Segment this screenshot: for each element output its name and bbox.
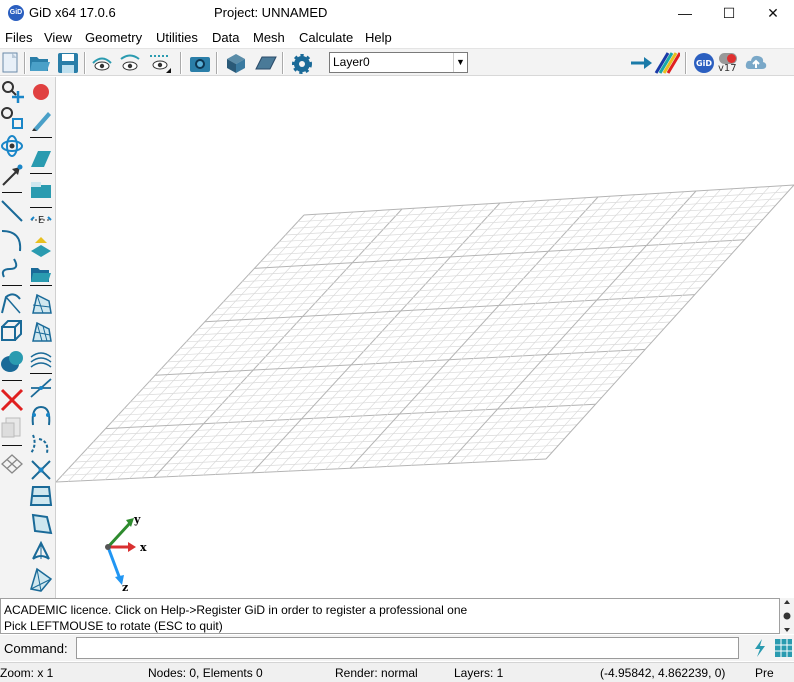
menu-calculate[interactable]: Calculate — [299, 30, 353, 45]
intersect-lines-icon[interactable] — [29, 375, 53, 401]
status-bar: Zoom: x 1 Nodes: 0, Elements 0 Render: n… — [0, 662, 794, 682]
ground-grid — [56, 184, 794, 483]
axis-z-label: z — [122, 581, 128, 594]
graphics-viewport[interactable]: y x z — [56, 77, 794, 598]
menu-geometry[interactable]: Geometry — [85, 30, 142, 45]
gid-logo-icon[interactable]: GiD — [692, 51, 716, 75]
save-icon[interactable] — [56, 51, 80, 75]
left-toolbar: E — [0, 77, 56, 598]
menu-mesh[interactable]: Mesh — [253, 30, 285, 45]
message-scrollbar[interactable] — [780, 598, 794, 634]
maximize-button[interactable]: ☐ — [706, 0, 752, 26]
layer-select[interactable]: Layer0 ▼ — [329, 52, 468, 73]
preprocess-arrow-icon[interactable] — [630, 51, 654, 75]
layer-select-value: Layer0 — [333, 55, 370, 69]
axes-triad: y x z — [105, 513, 147, 594]
grid-snap-icon[interactable] — [774, 638, 793, 658]
mesh-icon[interactable] — [0, 451, 24, 477]
cylinder-icon[interactable] — [29, 511, 53, 537]
version-badge: v17 — [718, 63, 737, 74]
copy-icon[interactable] — [0, 415, 24, 441]
plane-surface-icon[interactable] — [29, 145, 53, 171]
surface-mesh-icon[interactable] — [29, 319, 53, 345]
open-folder-icon[interactable] — [28, 51, 52, 75]
status-render: Render: normal — [335, 666, 418, 680]
surface-plane-icon[interactable] — [254, 51, 278, 75]
gid-app-icon: GiD — [8, 5, 24, 21]
rotate-object-icon[interactable] — [118, 51, 142, 75]
cloud-upload-icon[interactable] — [744, 51, 768, 75]
menu-view[interactable]: View — [44, 30, 72, 45]
menu-utilities[interactable]: Utilities — [156, 30, 198, 45]
message-line: ACADEMIC licence. Click on Help->Registe… — [4, 603, 468, 617]
menu-bar: Files View Geometry Utilities Data Mesh … — [0, 27, 794, 47]
toggle-version-icon[interactable]: v17 — [716, 51, 740, 75]
svg-text:E: E — [38, 215, 44, 226]
edit-point-icon[interactable]: E — [29, 207, 53, 233]
delete-icon[interactable] — [0, 387, 24, 413]
object-icon[interactable] — [0, 349, 24, 375]
menu-help[interactable]: Help — [365, 30, 392, 45]
point-icon[interactable] — [0, 163, 24, 189]
layer-to-use-icon[interactable] — [29, 233, 53, 259]
rainbow-postprocess-icon[interactable] — [654, 51, 682, 75]
nurbs-line-icon[interactable] — [0, 255, 24, 281]
hexahedra-icon[interactable] — [29, 483, 53, 509]
zoom-frame-icon[interactable] — [0, 106, 24, 132]
status-zoom: Zoom: x 1 — [0, 666, 54, 680]
parallel-lines-icon[interactable] — [29, 347, 53, 373]
window-title: GiD x64 17.0.6 — [29, 5, 116, 20]
record-icon[interactable] — [29, 79, 53, 105]
nurbs-surface-icon[interactable] — [29, 177, 53, 203]
divide-curve-icon[interactable] — [29, 403, 53, 429]
axis-y-label: y — [133, 513, 141, 526]
layers-3d-icon[interactable] — [224, 51, 248, 75]
minimize-button[interactable]: — — [662, 0, 708, 26]
rotate-trackball-icon[interactable] — [0, 133, 24, 159]
sphere-icon[interactable] — [29, 567, 53, 593]
rotate-view-icon[interactable] — [90, 51, 114, 75]
status-layers: Layers: 1 — [454, 666, 504, 680]
volume-icon[interactable] — [0, 319, 24, 345]
polyline-icon[interactable] — [29, 431, 53, 457]
dropdown-arrow-icon[interactable]: ▼ — [453, 53, 467, 72]
surface-icon[interactable] — [0, 291, 24, 317]
status-coordinates: (-4.95842, 4.862239, 0) — [600, 666, 726, 680]
screenshot-camera-icon[interactable] — [188, 51, 212, 75]
message-line: Pick LEFTMOUSE to rotate (ESC to quit) — [4, 619, 223, 633]
edit-icon[interactable] — [29, 107, 53, 133]
main-toolbar: Layer0 ▼ GiD v17 — [0, 48, 794, 76]
status-nodes: Nodes: 0, Elements 0 — [148, 666, 263, 680]
rotate-center-icon[interactable] — [148, 51, 172, 75]
command-input[interactable] — [76, 637, 739, 659]
close-button[interactable]: ✕ — [750, 0, 794, 26]
folder-open-icon[interactable] — [29, 261, 53, 287]
arc-icon[interactable] — [0, 227, 24, 253]
command-label: Command: — [4, 641, 68, 656]
menu-files[interactable]: Files — [5, 30, 32, 45]
line-icon[interactable] — [0, 197, 24, 223]
cone-icon[interactable] — [29, 539, 53, 565]
command-bar: Command: — [0, 635, 794, 661]
new-file-icon[interactable] — [0, 51, 24, 75]
menu-data[interactable]: Data — [212, 30, 239, 45]
axis-x-label: x — [140, 541, 147, 554]
zoom-in-icon[interactable] — [0, 79, 24, 105]
status-mode: Pre — [755, 666, 774, 680]
lightning-icon[interactable] — [750, 638, 770, 658]
title-bar: GiD GiD x64 17.0.6 Project: UNNAMED — ☐ … — [0, 0, 794, 26]
project-title: Project: UNNAMED — [214, 5, 328, 20]
intersect-x-icon[interactable] — [29, 457, 53, 483]
coons-surface-icon[interactable] — [29, 291, 53, 317]
message-area: ACADEMIC licence. Click on Help->Registe… — [0, 598, 780, 634]
svg-text:GiD: GiD — [696, 59, 712, 68]
preferences-gear-icon[interactable] — [290, 51, 314, 75]
